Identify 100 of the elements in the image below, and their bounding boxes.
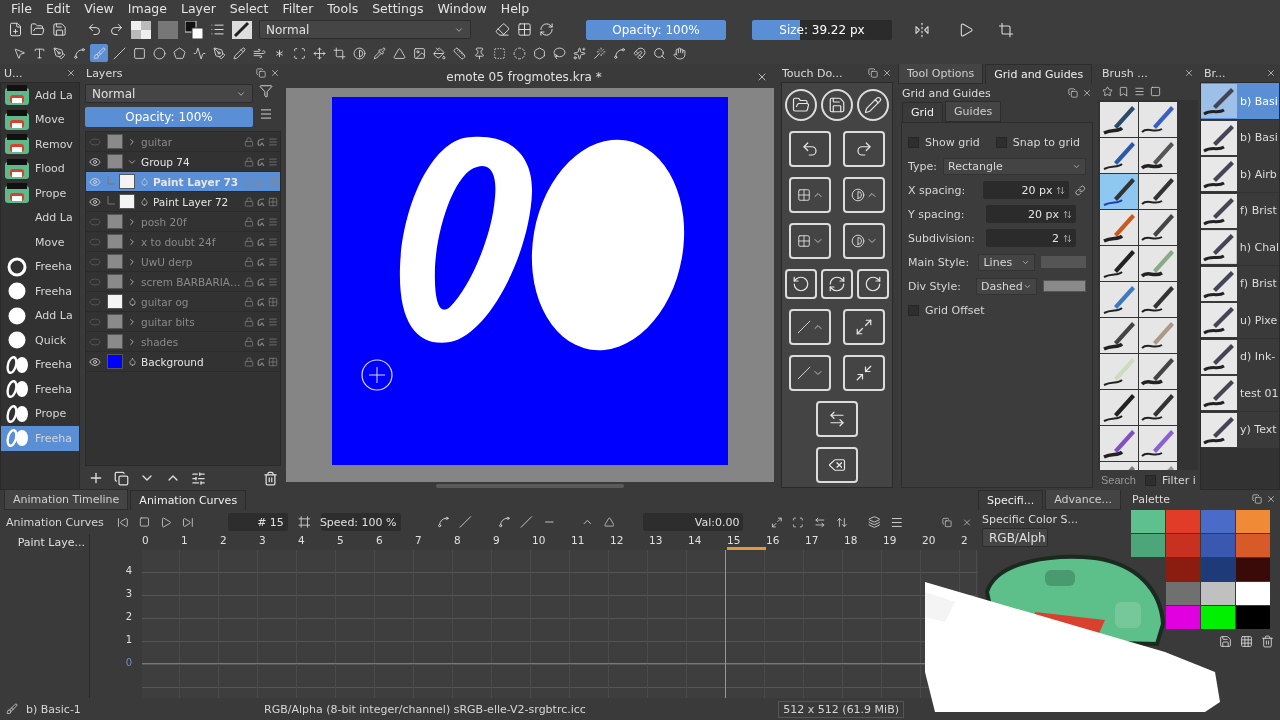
status-text: RGB/Alpha (8-bit integer/channel) sRGB-elle-V2-srgbtrc.icc xyxy=(264,702,586,716)
menu-item[interactable]: File xyxy=(4,1,39,16)
checkbox-label: Show grid xyxy=(925,135,980,149)
frame-number: 18 xyxy=(844,534,859,548)
panel-title: Animation Curves xyxy=(6,515,105,529)
field-label: X spacing: xyxy=(908,183,967,197)
frame-number: 12 xyxy=(610,534,625,548)
dock-title: Br... xyxy=(1204,66,1227,80)
value-field[interactable]: Val:0.00 xyxy=(643,513,744,531)
frame-number: 5 xyxy=(337,534,345,548)
frame-number: 14 xyxy=(688,534,703,548)
menu-item[interactable]: Window xyxy=(430,1,494,16)
history-item[interactable]: Freeha xyxy=(1,279,79,304)
frame-number: 11 xyxy=(571,534,586,548)
menu-item[interactable]: Image xyxy=(120,1,174,16)
history-item[interactable]: Quick xyxy=(1,328,79,353)
field-label: Subdivision: xyxy=(908,231,976,245)
frame-number: 3 xyxy=(259,534,267,548)
frame-number: 6 xyxy=(376,534,384,548)
field-label: Type: xyxy=(908,159,937,173)
blend-mode-dropdown[interactable]: Normal xyxy=(259,20,471,39)
menu-item[interactable]: View xyxy=(77,1,121,16)
history-item[interactable]: Freeha xyxy=(1,254,79,279)
layer-row[interactable]: posh 20f xyxy=(86,212,280,232)
document-title: emote 05 frogmotes.kra * xyxy=(445,70,603,84)
menu-item[interactable]: Layer xyxy=(173,1,223,16)
style-dropdown[interactable]: Dashed xyxy=(976,277,1037,295)
status-text: b) Basic-1 xyxy=(26,702,82,716)
history-item[interactable]: Remov xyxy=(1,132,79,157)
brush-list-item[interactable]: f) Brist xyxy=(1201,265,1279,302)
style-dropdown[interactable]: Lines xyxy=(978,253,1036,271)
frame-number: 10 xyxy=(532,534,547,548)
layer-row[interactable]: shades xyxy=(86,332,280,352)
spin-field[interactable]: 2 xyxy=(986,229,1076,247)
history-item[interactable]: Add La xyxy=(1,83,79,108)
history-item[interactable]: Move xyxy=(1,230,79,255)
frame-number: 7 xyxy=(415,534,423,548)
frame-field[interactable]: # 15 xyxy=(227,513,288,531)
brush-list-item[interactable]: b) Airb xyxy=(1201,156,1279,192)
dock-title: Layers xyxy=(86,66,124,80)
menu-item[interactable]: Edit xyxy=(38,1,78,16)
menu-item[interactable]: Filter xyxy=(275,1,321,16)
menu-item[interactable]: Select xyxy=(222,1,276,16)
menu-item[interactable]: Tools xyxy=(320,1,366,16)
brush-list-item[interactable]: f) Brist xyxy=(1201,192,1279,229)
menu-item[interactable]: Help xyxy=(493,1,537,16)
channel-item[interactable]: Paint Laye... xyxy=(0,536,89,552)
history-item[interactable]: Prope xyxy=(1,401,79,426)
tab[interactable]: Tool Options xyxy=(898,64,984,84)
speed-field[interactable]: Speed: 100 % xyxy=(320,513,401,531)
spin-field[interactable]: 20 px xyxy=(986,205,1076,223)
layer-row[interactable]: guitar xyxy=(86,132,280,152)
layer-row[interactable]: UwU derp xyxy=(86,252,280,272)
field-label: Div Style: xyxy=(908,279,962,293)
history-item[interactable]: Move xyxy=(1,107,79,132)
history-item[interactable]: Flood xyxy=(1,156,79,181)
color-space-dropdown[interactable]: RGB/Alph xyxy=(982,528,1048,547)
layer-row[interactable]: guitar bits xyxy=(86,312,280,332)
dock-title: Touch Do... xyxy=(782,66,844,80)
history-item[interactable]: Add La xyxy=(1,303,79,328)
dock-title: Brush ... xyxy=(1102,66,1149,80)
menu-item[interactable]: Settings xyxy=(365,1,431,16)
history-item[interactable]: Add La xyxy=(1,205,79,230)
frame-number: 13 xyxy=(649,534,664,548)
dock-title: Palette xyxy=(1132,492,1172,506)
layer-row[interactable]: x to doubt 24f xyxy=(86,232,280,252)
frame-number: 17 xyxy=(805,534,820,548)
frame-number: 20 xyxy=(922,534,937,548)
brush-list-item[interactable]: u) Pixe xyxy=(1201,302,1279,338)
checkbox-label: Grid Offset xyxy=(925,303,985,317)
history-item[interactable]: Freeha xyxy=(1,377,79,402)
spin-field[interactable]: 20 px xyxy=(982,181,1070,199)
history-item[interactable]: Prope xyxy=(1,181,79,206)
tab[interactable]: Grid and Guides xyxy=(985,64,1093,84)
brush-list-item[interactable]: b) Basi xyxy=(1201,119,1279,156)
layer-row[interactable]: screm BARBARIA… xyxy=(86,272,280,292)
layer-row[interactable]: Background xyxy=(86,352,280,372)
type-dropdown[interactable]: Rectangle xyxy=(943,157,1086,175)
tab[interactable]: Animation Timeline xyxy=(4,489,129,510)
layer-blend-dropdown[interactable]: Normal xyxy=(85,84,253,103)
axis-label: 4 xyxy=(124,565,133,578)
frame-number: 19 xyxy=(883,534,898,548)
tab[interactable]: Grid xyxy=(902,102,944,122)
tab[interactable]: Guides xyxy=(945,101,1002,122)
tab[interactable]: Animation Curves xyxy=(130,490,247,510)
brush-list-item[interactable]: y) Text xyxy=(1201,411,1279,448)
tab[interactable]: Specifi... xyxy=(978,490,1044,510)
axis-label: 0 xyxy=(124,657,133,670)
history-item[interactable]: Freeha xyxy=(1,352,79,377)
layer-row[interactable]: Paint Layer 72 xyxy=(86,192,280,212)
layer-row[interactable]: guitar og xyxy=(86,292,280,312)
checkbox-label: Snap to grid xyxy=(1012,135,1080,149)
image-size: 512 x 512 (61.9 MiB) xyxy=(778,700,904,718)
frame-number: 2 xyxy=(961,534,969,548)
tab[interactable]: Advance... xyxy=(1045,490,1122,510)
brush-list-item[interactable]: d) Ink- xyxy=(1201,338,1279,375)
brush-list-item[interactable]: test 01 xyxy=(1201,375,1279,411)
dock-title: Specific Color S... xyxy=(982,512,1079,526)
brush-list-item[interactable]: h) Chal xyxy=(1201,229,1279,265)
checkbox-label: Filter i xyxy=(1162,473,1196,487)
